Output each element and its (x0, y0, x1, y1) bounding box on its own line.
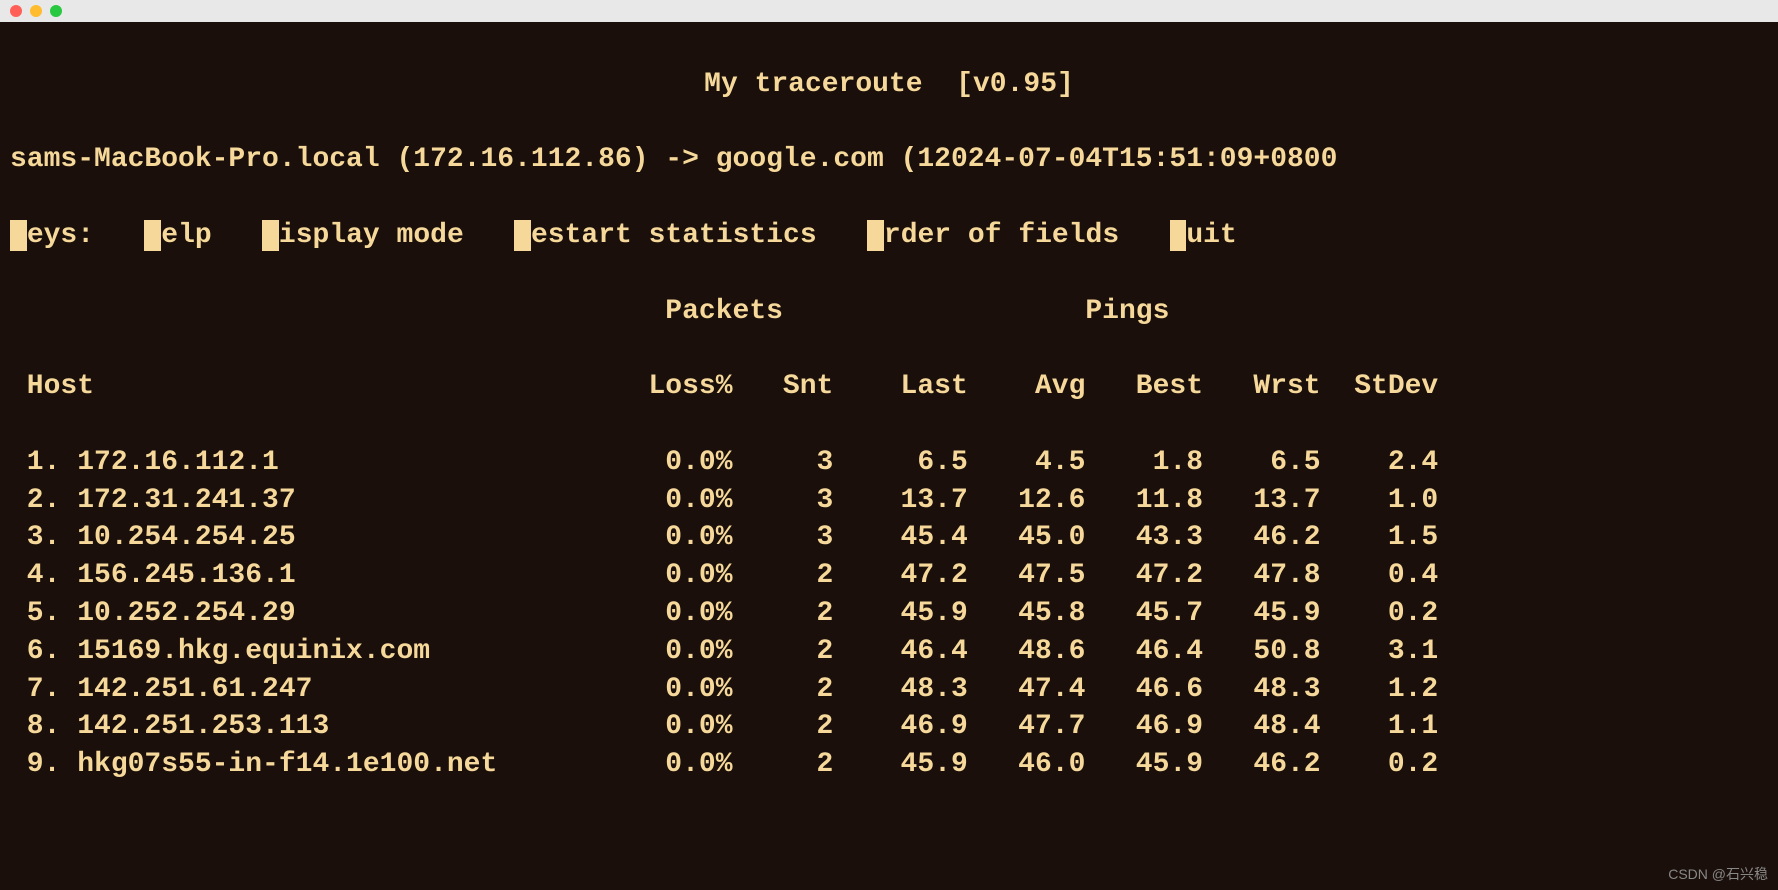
watermark: CSDN @石兴稳 (1668, 865, 1768, 884)
keys-line: Keys: Help Display mode Restart statisti… (10, 217, 1768, 255)
key-D: D (262, 220, 279, 251)
terminal-output[interactable]: My traceroute [v0.95] sams-MacBook-Pro.l… (0, 22, 1778, 890)
zoom-icon[interactable] (50, 5, 62, 17)
hop-row: 1. 172.16.112.1 0.0% 3 6.5 4.5 1.8 6.5 2… (10, 444, 1768, 482)
minimize-icon[interactable] (30, 5, 42, 17)
key-O: O (867, 220, 884, 251)
key-q: q (1170, 220, 1187, 251)
hop-row: 3. 10.254.254.25 0.0% 3 45.4 45.0 43.3 4… (10, 519, 1768, 557)
hop-row: 4. 156.245.136.1 0.0% 2 47.2 47.5 47.2 4… (10, 557, 1768, 595)
app-title: My traceroute [v0.95] (10, 66, 1768, 104)
app-name: My traceroute (704, 69, 922, 100)
close-icon[interactable] (10, 5, 22, 17)
hop-row: 6. 15169.hkg.equinix.com 0.0% 2 46.4 48.… (10, 633, 1768, 671)
column-group-header: Packets Pings (10, 293, 1768, 331)
hop-row: 5. 10.252.254.29 0.0% 2 45.9 45.8 45.7 4… (10, 595, 1768, 633)
hop-row: 9. hkg07s55-in-f14.1e100.net 0.0% 2 45.9… (10, 746, 1768, 784)
hop-row: 8. 142.251.253.113 0.0% 2 46.9 47.7 46.9… (10, 708, 1768, 746)
route-line: sams-MacBook-Pro.local (172.16.112.86) -… (10, 141, 1768, 179)
app-version: [v0.95] (956, 69, 1074, 100)
hop-row: 2. 172.31.241.37 0.0% 3 13.7 12.6 11.8 1… (10, 482, 1768, 520)
key-R: R (514, 220, 531, 251)
key-K: K (10, 220, 27, 251)
window-titlebar (0, 0, 1778, 22)
hop-row: 7. 142.251.61.247 0.0% 2 48.3 47.4 46.6 … (10, 671, 1768, 709)
column-header-row: Host Loss% Snt Last Avg Best Wrst StDev (10, 368, 1768, 406)
key-H: H (144, 220, 161, 251)
